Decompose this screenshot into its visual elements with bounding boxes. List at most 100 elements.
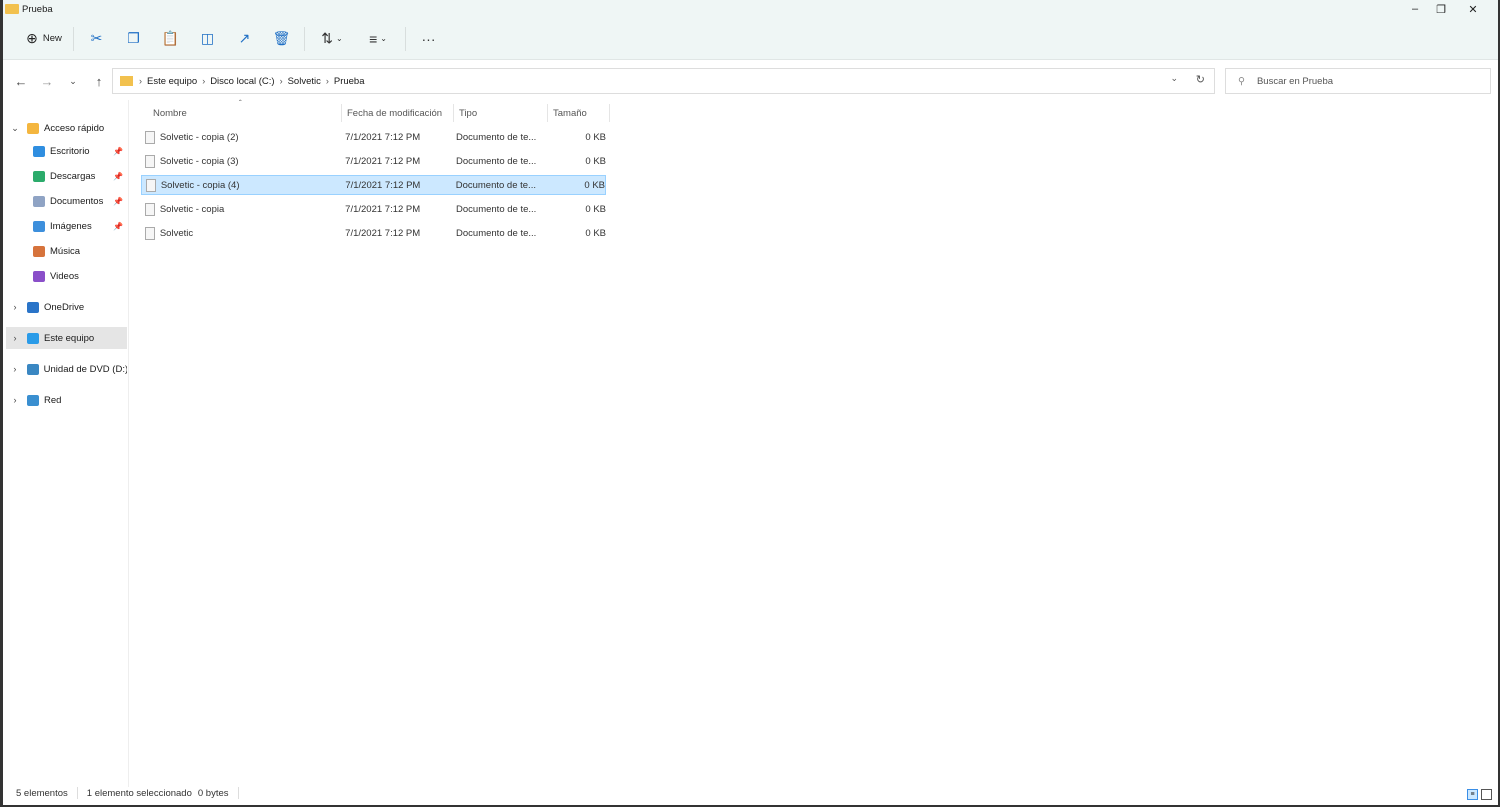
breadcrumb-prueba[interactable]: Prueba: [334, 76, 365, 87]
file-row[interactable]: Solvetic 7/1/2021 7:12 PM Documento de te.…: [141, 223, 606, 243]
navigation-pane: ⌄ Acceso rápido Escritorio 📌 Descargas 📌 Docum…: [6, 100, 129, 787]
sidebar-item-label: Red: [44, 394, 62, 406]
sidebar-item-label: Descargas: [50, 170, 96, 182]
sidebar-item[interactable]: Descargas 📌: [6, 165, 127, 187]
rename-icon: ◫: [200, 30, 215, 46]
pictures-icon: [33, 220, 45, 232]
copy-button[interactable]: ❐: [115, 25, 152, 53]
file-date: 7/1/2021 7:12 PM: [345, 131, 421, 143]
file-name: Solvetic: [159, 227, 194, 239]
column-header-tipo[interactable]: Tipo: [454, 104, 548, 122]
divider: [76, 787, 78, 799]
sidebar-item-label: Documentos: [50, 195, 104, 207]
sidebar-item[interactable]: Videos: [6, 265, 127, 287]
sidebar-item[interactable]: › Red: [6, 389, 127, 411]
file-size: 0 KB: [585, 203, 606, 215]
paste-icon: 📋: [161, 30, 180, 46]
pin-icon: 📌: [113, 146, 123, 156]
scissors-icon: ✂: [90, 30, 103, 46]
chevron-right-icon[interactable]: ›: [9, 302, 21, 312]
dvd-icon: [26, 363, 39, 375]
file-row[interactable]: Solvetic - copia (4) 7/1/2021 7:12 PM Docu…: [141, 175, 606, 195]
rename-button[interactable]: ◫: [189, 25, 226, 53]
sidebar-item[interactable]: Música: [6, 240, 127, 262]
sidebar-item[interactable]: Escritorio 📌: [6, 140, 127, 162]
selection-size: 0 bytes: [197, 787, 229, 799]
chevron-right-icon[interactable]: ›: [9, 333, 21, 343]
sidebar-item[interactable]: Documentos 📌: [6, 190, 127, 212]
file-row[interactable]: Solvetic - copia 7/1/2021 7:12 PM Document…: [141, 199, 606, 219]
breadcrumb-solvetic[interactable]: Solvetic: [288, 76, 321, 87]
delete-button[interactable]: 🗑: [263, 25, 300, 53]
recent-locations-button[interactable]: ⌄: [60, 76, 86, 87]
divider: [73, 26, 74, 51]
selection-count: 1 elemento seleccionado: [86, 787, 192, 799]
breadcrumb-este-equipo[interactable]: Este equipo: [147, 76, 197, 87]
file-row[interactable]: Solvetic - copia (3) 7/1/2021 7:12 PM Docu…: [141, 151, 606, 171]
file-date: 7/1/2021 7:12 PM: [345, 227, 421, 239]
forward-button[interactable]: →: [34, 74, 60, 89]
address-history-button[interactable]: ⌄: [1170, 73, 1178, 84]
chevron-right-icon: ›: [139, 76, 142, 86]
pin-icon: 📌: [113, 221, 123, 231]
refresh-button[interactable]: ↻: [1196, 73, 1205, 86]
address-bar[interactable]: › Este equipo › Disco local (C:) › Solve…: [112, 68, 1215, 94]
explorer-window: Prueba – ❐ ✕ ⊕ New ✂ ❐ 📋 ◫ ↗ 🗑 ⇅ ⌄ ≡ ⌄ ··· …: [0, 0, 1500, 807]
chevron-down-icon: ⌄: [380, 34, 387, 43]
sidebar-item[interactable]: ⌄ Acceso rápido: [6, 117, 127, 139]
chevron-right-icon: ›: [202, 76, 206, 86]
column-header-tamano[interactable]: Tamaño: [548, 104, 610, 122]
details-view-button[interactable]: ≡: [1467, 789, 1478, 800]
file-size: 0 KB: [585, 131, 606, 143]
cut-button[interactable]: ✂: [78, 25, 115, 53]
file-date: 7/1/2021 7:12 PM: [345, 179, 421, 191]
navigation-buttons: ← → ⌄ ↑: [3, 68, 112, 94]
close-button[interactable]: ✕: [1458, 0, 1488, 18]
column-header-nombre[interactable]: Nombre ˆ: [141, 99, 342, 122]
search-input[interactable]: ⚲ Buscar en Prueba: [1225, 68, 1491, 94]
file-date: 7/1/2021 7:12 PM: [345, 155, 421, 167]
sidebar-item-label: Imágenes: [50, 220, 92, 232]
up-button[interactable]: ↑: [86, 74, 112, 89]
more-button[interactable]: ···: [410, 25, 447, 53]
breadcrumb-disco-local[interactable]: Disco local (C:): [210, 76, 274, 87]
copy-icon: ❐: [127, 30, 140, 46]
share-button[interactable]: ↗: [226, 25, 263, 53]
back-button[interactable]: ←: [8, 74, 34, 89]
file-size: 0 KB: [585, 227, 606, 239]
tiles-view-button[interactable]: [1481, 789, 1492, 800]
text-file-icon: [145, 226, 155, 240]
chevron-down-icon[interactable]: ⌄: [9, 123, 21, 134]
file-row[interactable]: Solvetic - copia (2) 7/1/2021 7:12 PM Docu…: [141, 127, 606, 147]
sidebar-item[interactable]: › OneDrive: [6, 296, 127, 318]
chevron-right-icon[interactable]: ›: [9, 364, 21, 374]
chevron-right-icon[interactable]: ›: [9, 395, 21, 405]
restore-button[interactable]: ❐: [1426, 0, 1456, 18]
pin-icon: 📌: [113, 171, 123, 181]
paste-button[interactable]: 📋: [152, 25, 189, 53]
view-button[interactable]: ≡ ⌄: [355, 25, 401, 53]
file-type: Documento de te...: [456, 227, 537, 239]
column-headers: Nombre ˆ Fecha de modificación Tipo Tamañ…: [141, 99, 610, 122]
folder-icon: [5, 4, 19, 14]
column-header-fecha[interactable]: Fecha de modificación: [342, 104, 454, 122]
file-type: Documento de te...: [455, 179, 536, 191]
download-icon: [33, 170, 45, 182]
list-view-icon: ≡: [369, 30, 378, 47]
sidebar-item[interactable]: › Unidad de DVD (D:): [6, 358, 127, 380]
new-button[interactable]: ⊕ New: [19, 25, 69, 53]
text-file-icon: [145, 154, 155, 168]
documents-icon: [33, 195, 45, 207]
computer-icon: [27, 332, 39, 344]
title-bar: Prueba – ❐ ✕: [3, 0, 1498, 18]
search-icon: ⚲: [1238, 75, 1245, 87]
sidebar-item[interactable]: Imágenes 📌: [6, 215, 127, 237]
sidebar-item-label: Este equipo: [44, 332, 95, 344]
sidebar-item-label: Acceso rápido: [44, 122, 105, 134]
chevron-down-icon: ⌄: [336, 34, 343, 43]
sort-button[interactable]: ⇅ ⌄: [309, 25, 355, 53]
file-name: Solvetic - copia (4): [160, 179, 240, 191]
sort-icon: ⇅: [321, 30, 334, 46]
sidebar-item[interactable]: › Este equipo: [6, 327, 127, 349]
window-title: Prueba: [22, 3, 53, 15]
